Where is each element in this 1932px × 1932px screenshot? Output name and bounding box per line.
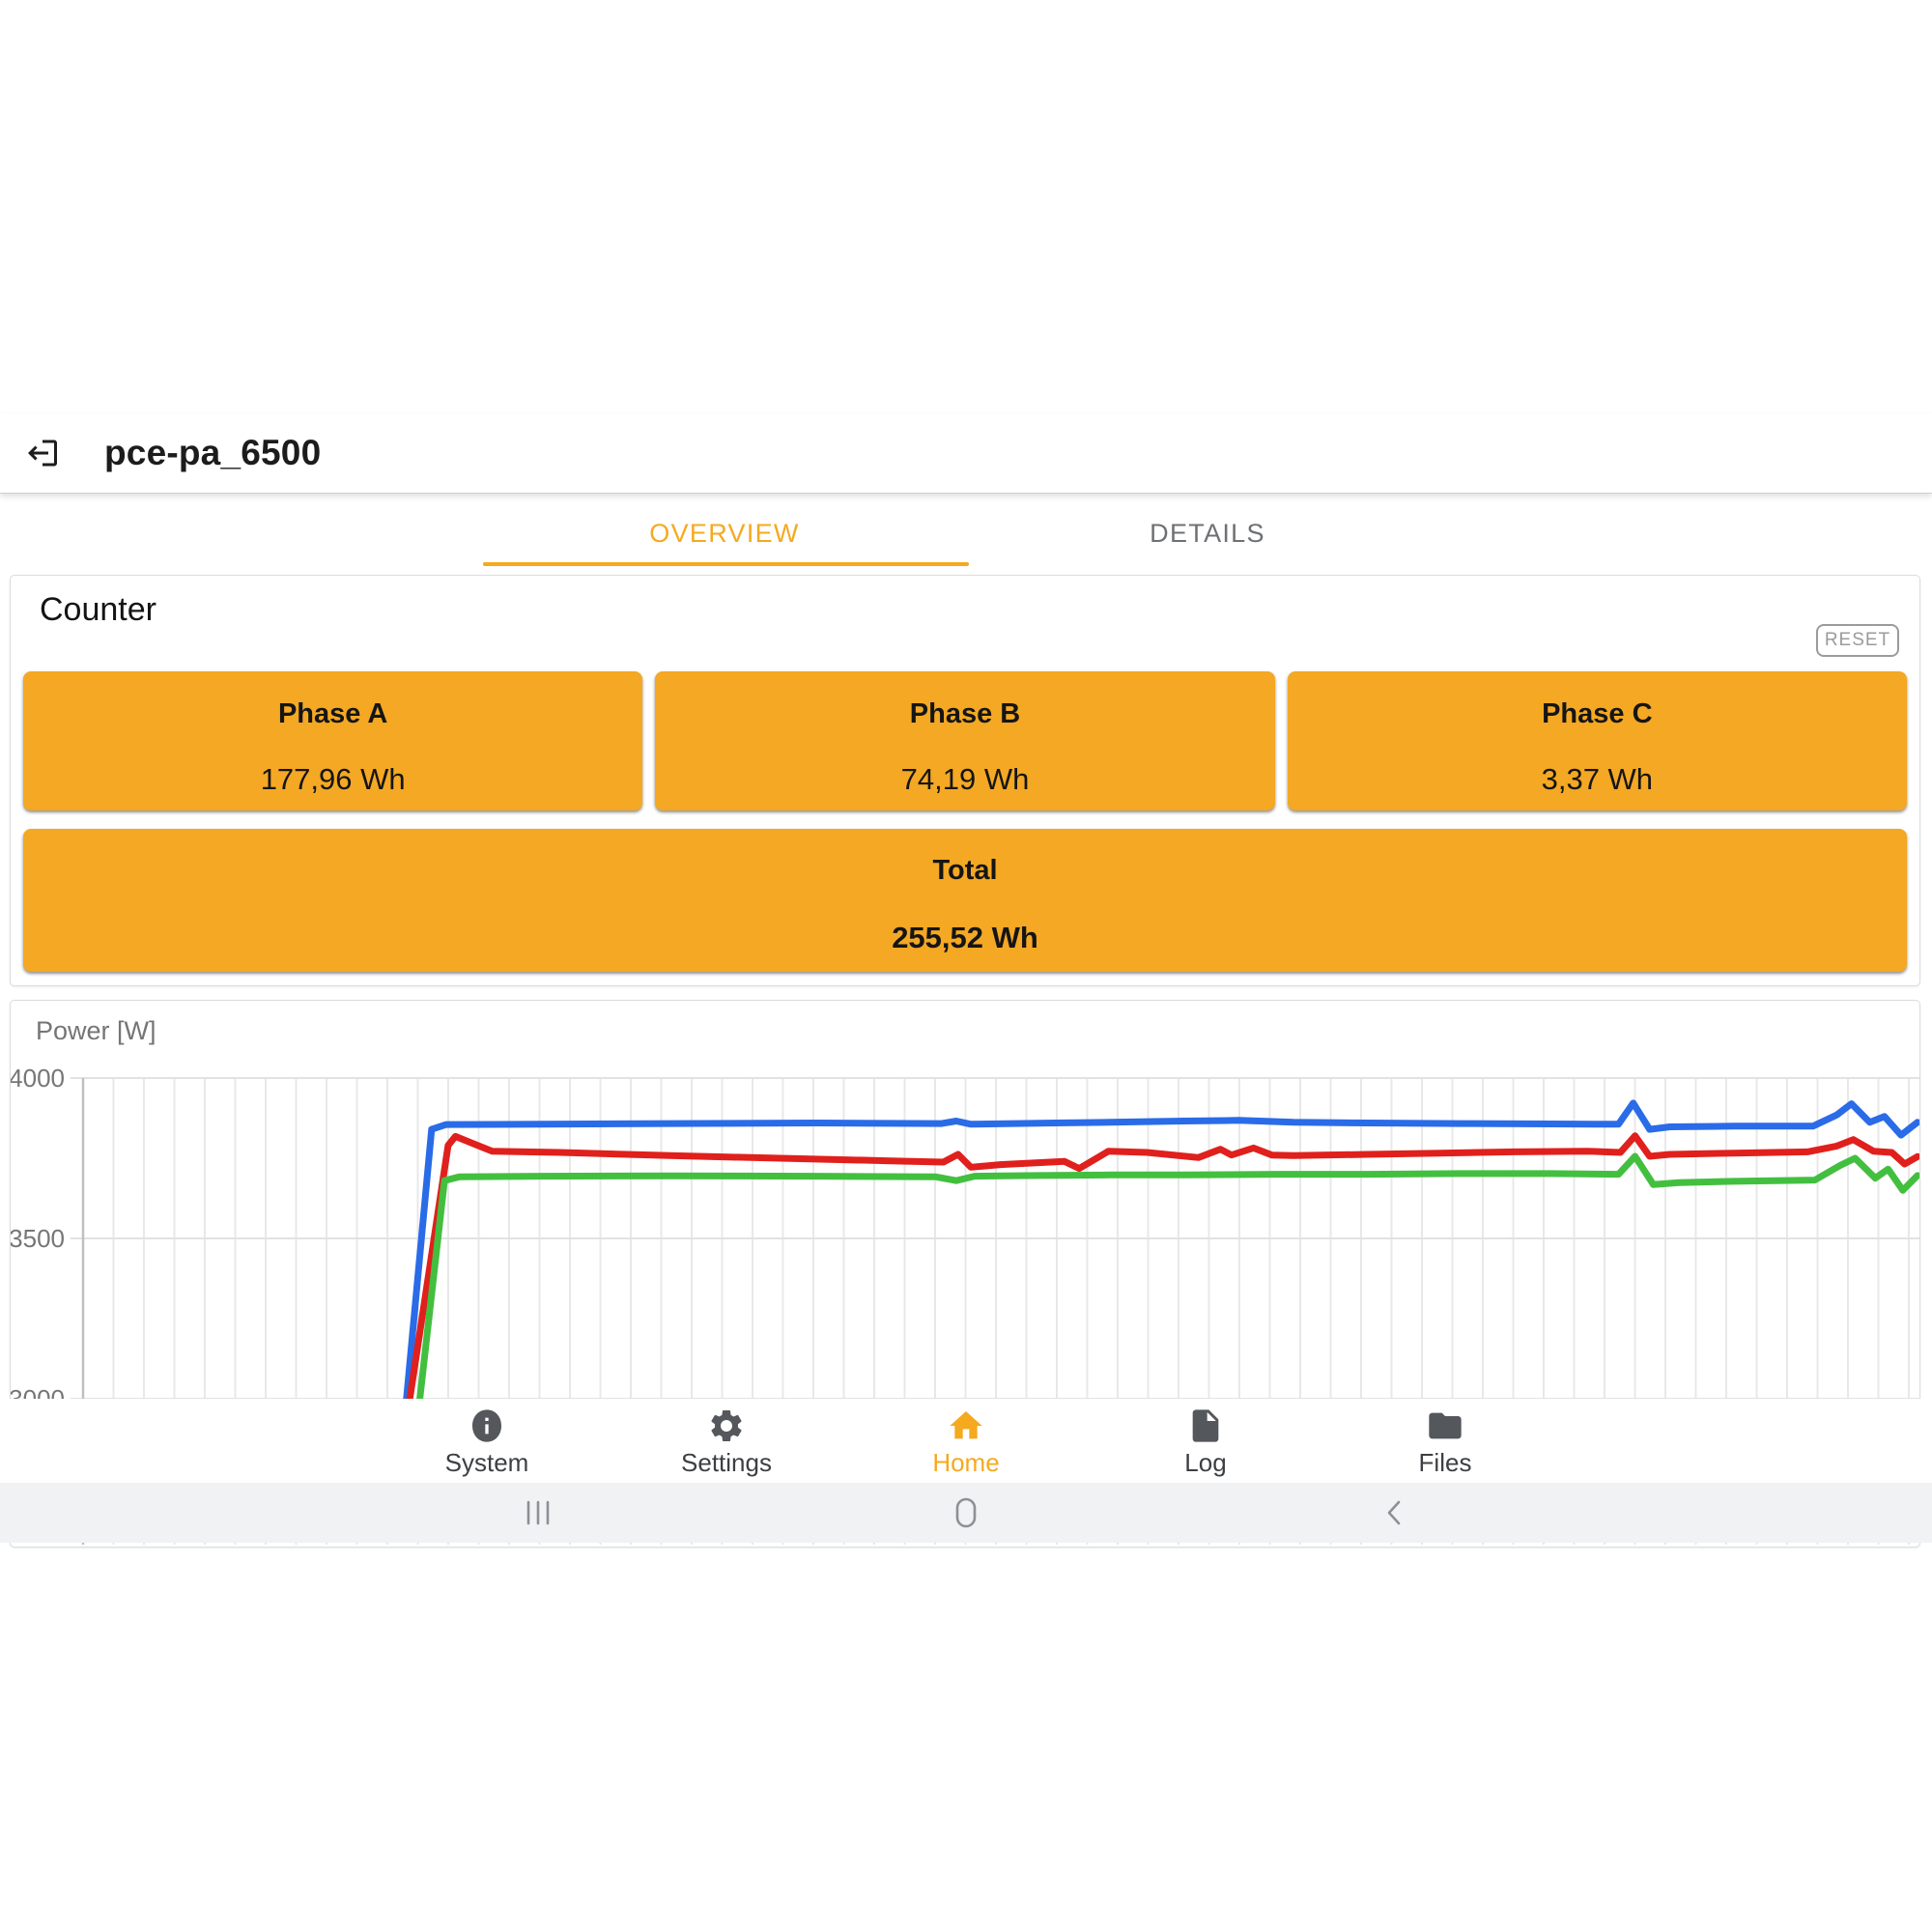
nav-item-home[interactable]: Home [846,1399,1086,1483]
phase-a-value: 177,96 Wh [261,762,406,797]
nav-item-log[interactable]: Log [1086,1399,1325,1483]
chart-ytick-label: 4000 [11,1064,65,1093]
nav-item-settings[interactable]: Settings [607,1399,846,1483]
tab-overview[interactable]: OVERVIEW [483,494,966,573]
phase-row: Phase A 177,96 Wh Phase B 74,19 Wh Phase… [23,671,1907,810]
counter-card-title: Counter [40,591,156,629]
app-screen: pce-pa_6500 OVERVIEW DETAILS Counter RES… [0,0,1932,1932]
tab-details[interactable]: DETAILS [966,494,1449,573]
nav-label-system: System [445,1448,529,1478]
bottom-navigation-inner: System Settings Home Log [367,1399,1565,1483]
exit-icon-svg [25,436,60,470]
document-icon [1186,1406,1225,1445]
tabs-container: OVERVIEW DETAILS [483,494,1449,573]
chart-line-green [417,1156,1918,1425]
recent-apps-icon[interactable] [523,1497,554,1528]
folder-icon [1426,1406,1464,1445]
gear-icon [707,1406,746,1445]
counter-card: Counter RESET Phase A 177,96 Wh Phase B … [10,575,1920,986]
back-icon[interactable] [1380,1497,1411,1528]
exit-icon[interactable] [25,436,60,470]
tab-bar: OVERVIEW DETAILS [0,494,1932,573]
total-value: 255,52 Wh [892,921,1038,955]
nav-item-files[interactable]: Files [1325,1399,1565,1483]
phase-b-value: 74,19 Wh [901,762,1030,797]
nav-label-home: Home [932,1448,999,1478]
bottom-navigation: System Settings Home Log [0,1399,1932,1483]
phase-b-label: Phase B [910,698,1020,730]
phase-a-box: Phase A 177,96 Wh [23,671,642,810]
chart-title: Power [W] [36,1016,156,1046]
android-navigation-bar [0,1483,1932,1543]
active-tab-indicator [483,562,969,566]
page-title: pce-pa_6500 [104,433,321,473]
home-icon [947,1406,985,1445]
phase-c-value: 3,37 Wh [1542,762,1653,797]
info-icon [468,1406,506,1445]
chart-ytick-label: 3500 [11,1224,65,1253]
total-label: Total [932,855,997,887]
phase-c-label: Phase C [1542,698,1652,730]
reset-button[interactable]: RESET [1816,624,1899,657]
nav-label-files: Files [1419,1448,1472,1478]
phase-a-label: Phase A [278,698,387,730]
home-circle-icon[interactable] [951,1497,981,1528]
phase-c-box: Phase C 3,37 Wh [1288,671,1907,810]
total-box: Total 255,52 Wh [23,829,1907,972]
nav-label-log: Log [1184,1448,1226,1478]
nav-label-settings: Settings [681,1448,772,1478]
nav-item-system[interactable]: System [367,1399,607,1483]
phase-b-box: Phase B 74,19 Wh [655,671,1274,810]
app-bar: pce-pa_6500 [0,413,1932,494]
